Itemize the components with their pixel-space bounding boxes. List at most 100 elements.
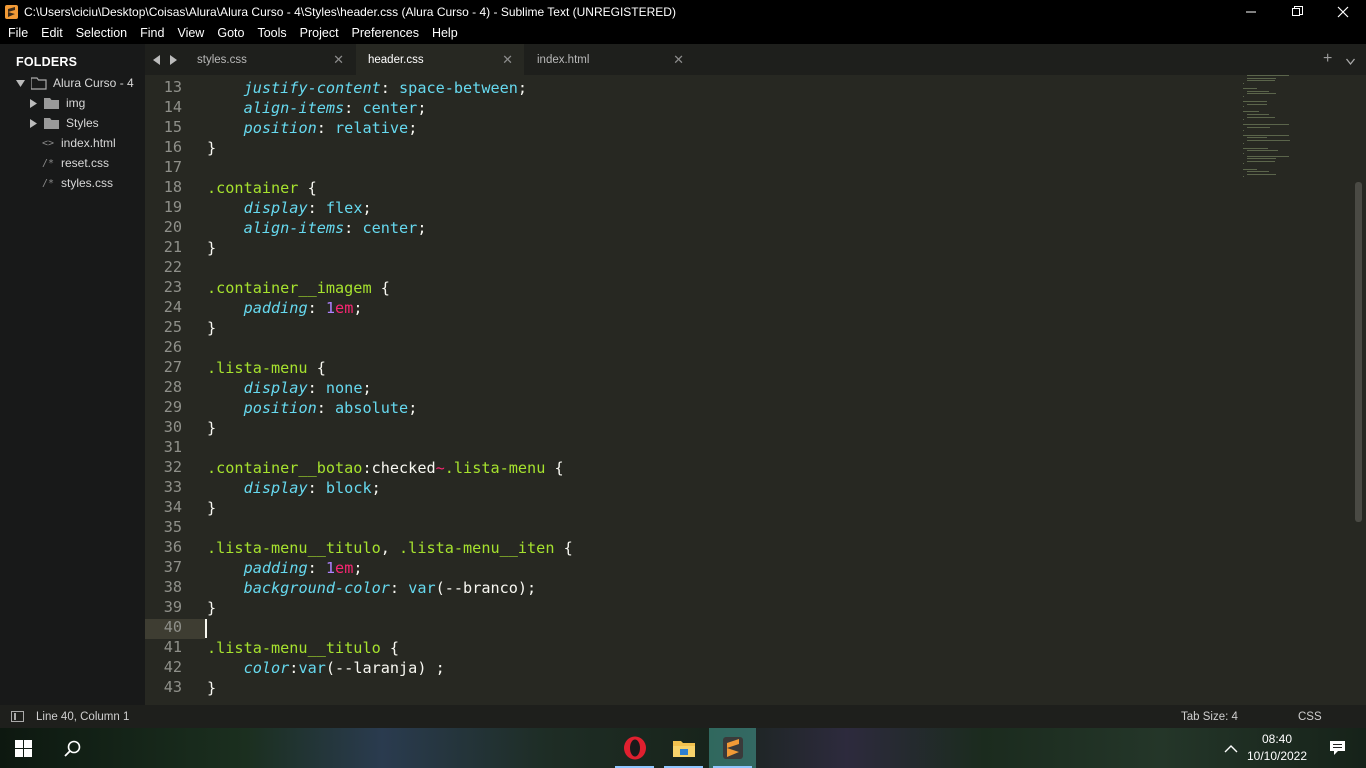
code-token: : [307,559,326,577]
code-line[interactable]: .container__botao:checked~.lista-menu { [207,458,564,478]
restore-button[interactable] [1274,0,1320,23]
close-icon[interactable]: ✕ [673,52,684,68]
code-line[interactable]: } [207,598,216,618]
line-number: 18 [163,178,182,196]
sidebar-item-label: reset.css [61,156,110,170]
syntax-indicator[interactable]: CSS [1298,711,1322,723]
code-line[interactable]: position: relative; [207,118,418,138]
chevron-right-icon[interactable] [28,98,38,108]
code-line[interactable]: } [207,498,216,518]
code-token: (--laranja) ; [325,659,445,677]
menu-goto[interactable]: Goto [210,23,250,44]
menu-view[interactable]: View [170,23,210,44]
sidebar-item-styles[interactable]: Styles [28,113,99,133]
windows-start-button[interactable] [0,728,47,768]
code-line[interactable]: background-color: var(--branco); [207,578,537,598]
code-token: ; [353,299,363,317]
minimize-button[interactable] [1228,0,1274,23]
line-number: 19 [163,198,182,216]
code-line[interactable]: color:var(--laranja) ; [207,658,445,678]
code-line[interactable]: } [207,318,216,338]
line-number: 32 [163,458,182,476]
minimap-line [1243,147,1269,149]
new-tab-icon[interactable]: + [1323,50,1332,68]
menu-edit[interactable]: Edit [34,23,69,44]
line-number: 16 [163,138,182,156]
code-line[interactable]: display: block; [207,478,381,498]
code-line[interactable]: display: flex; [207,198,372,218]
tab-size-indicator[interactable]: Tab Size: 4 [1181,711,1238,723]
code-line[interactable]: align-items: center; [207,98,427,118]
tab-styles-css[interactable]: styles.css ✕ [185,44,355,75]
code-line[interactable]: padding: 1em; [207,298,363,318]
chevron-down-icon[interactable] [15,78,25,88]
menu-find[interactable]: Find [133,23,170,44]
panel-toggle-icon[interactable] [11,711,24,722]
code-line[interactable]: } [207,418,216,438]
menu-selection[interactable]: Selection [69,23,133,44]
code-editor[interactable]: 13 14 15 16 17 18 19 20 21 22 23 24 25 26 27 28 29 30 31 32… [145,75,1366,705]
code-line[interactable]: display: none; [207,378,372,398]
menu-tools[interactable]: Tools [250,23,292,44]
code-token: { [371,279,390,297]
code-line[interactable]: .lista-menu__titulo, .lista-menu__iten { [207,538,573,558]
sidebar-item-index-html[interactable]: <> index.html [41,133,116,153]
menu-file[interactable]: File [1,23,34,44]
code-token: { [298,179,317,197]
tab-header-css[interactable]: header.css ✕ [356,44,524,75]
notification-icon [1330,741,1345,755]
line-number: 24 [163,298,182,316]
tab-index-html[interactable]: index.html ✕ [525,44,695,75]
menu-project[interactable]: Project [293,23,345,44]
minimap[interactable] [1243,75,1293,178]
sidebar-item-img[interactable]: img [28,93,85,113]
line-number: 23 [163,278,182,296]
sidebar-item-styles-css[interactable]: /* styles.css [41,173,113,193]
notification-center-button[interactable] [1314,728,1361,768]
menu-preferences[interactable]: Preferences [345,23,425,44]
chevron-left-icon[interactable] [153,54,161,65]
folder-icon [44,117,59,129]
code-line[interactable]: .container__imagem { [207,278,390,298]
code-line[interactable]: } [207,138,216,158]
chevron-right-icon[interactable] [28,118,38,128]
close-icon[interactable]: ✕ [333,52,344,68]
menu-help[interactable]: Help [425,23,464,44]
taskbar-opera[interactable] [611,728,658,768]
close-icon[interactable]: ✕ [502,52,513,68]
code-line[interactable]: padding: 1em; [207,558,363,578]
system-clock[interactable]: 08:40 10/10/2022 [1240,731,1314,765]
chevron-right-icon[interactable] [169,54,177,65]
code-token: center [362,99,418,117]
code-line[interactable]: position: absolute; [207,398,418,418]
code-token: ; [517,79,528,97]
minimap-line [1247,137,1268,139]
sidebar-item-label: Styles [66,116,99,130]
code-line[interactable]: } [207,678,216,698]
sublime-text-icon [722,737,743,759]
line-number: 14 [163,98,182,116]
code-token: ; [408,399,418,417]
sidebar: FOLDERS Alura Curso - 4 img Styles <> in… [0,44,145,705]
search-button[interactable] [49,728,96,768]
sidebar-item-reset-css[interactable]: /* reset.css [41,153,109,173]
code-line[interactable]: } [207,238,216,258]
code-token: : [307,479,326,497]
close-window-button[interactable] [1320,0,1366,23]
taskbar-file-explorer[interactable] [660,728,707,768]
vertical-scrollbar[interactable] [1355,182,1362,522]
tab-list-chevron-icon[interactable] [1345,53,1356,71]
code-line[interactable]: .lista-menu__titulo { [207,638,399,658]
code-line[interactable]: .container { [207,178,317,198]
sidebar-root-folder[interactable]: Alura Curso - 4 [15,73,134,93]
code-line[interactable]: align-items: center; [207,218,427,238]
code-token: relative [335,119,409,137]
code-token: display [243,379,308,397]
code-line[interactable]: .lista-menu { [207,358,326,378]
code-line[interactable]: justify-content: space-between; [207,78,527,98]
taskbar-sublime-text[interactable] [709,728,756,768]
menu-bar: File Edit Selection Find View Goto Tools… [0,23,1366,44]
